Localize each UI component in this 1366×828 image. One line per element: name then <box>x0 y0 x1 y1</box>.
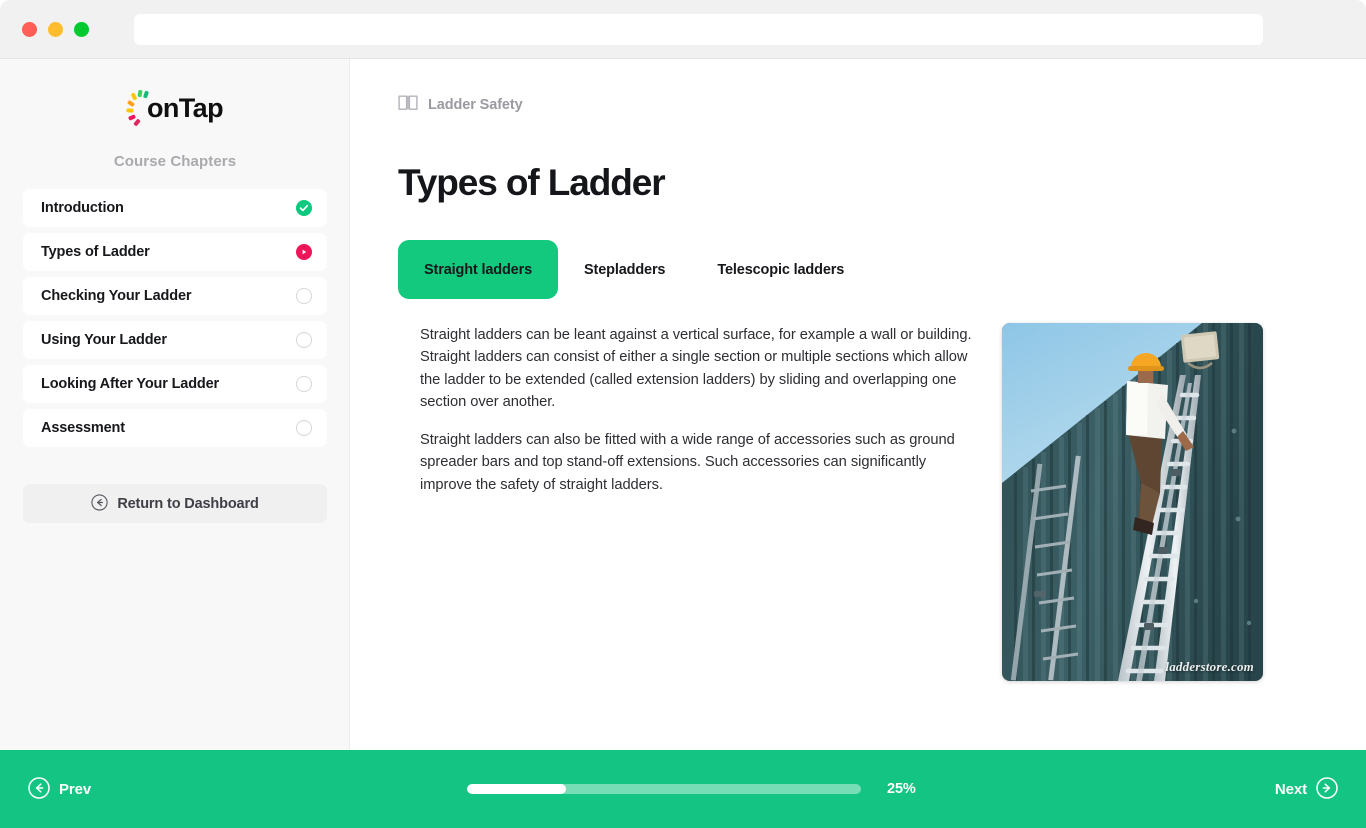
next-label: Next <box>1274 780 1307 798</box>
course-navigation-bar: Prev 25% Next <box>0 750 1366 828</box>
empty-circle-icon <box>296 332 312 348</box>
ladder-photo-illustration <box>1002 323 1263 681</box>
empty-circle-icon <box>296 288 312 304</box>
book-icon <box>398 94 418 116</box>
tab-stepladders[interactable]: Stepladders <box>558 240 691 299</box>
body-paragraph: Straight ladders can also be fitted with… <box>420 432 955 493</box>
sidebar-item-checking-your-ladder[interactable]: Checking Your Ladder <box>23 277 327 315</box>
return-to-dashboard-label: Return to Dashboard <box>117 495 259 512</box>
lesson-photo: ladderstore.com <box>1002 323 1263 681</box>
course-progress: 25% <box>467 781 916 797</box>
prev-button[interactable]: Prev <box>28 776 92 802</box>
window-controls <box>22 22 89 37</box>
tab-straight-ladders[interactable]: Straight ladders <box>398 240 558 299</box>
chapter-label: Introduction <box>41 200 124 216</box>
page-title: Types of Ladder <box>398 162 666 203</box>
minimize-window-button[interactable] <box>48 22 63 37</box>
photo-watermark: ladderstore.com <box>1165 659 1254 674</box>
empty-circle-icon <box>296 376 312 392</box>
empty-circle-icon <box>296 420 312 436</box>
url-input[interactable] <box>134 14 1263 45</box>
chapter-label: Using Your Ladder <box>41 332 167 348</box>
logo-text: onTap <box>147 93 224 123</box>
chapter-label: Checking Your Ladder <box>41 288 192 304</box>
next-button[interactable]: Next <box>1274 776 1338 802</box>
main-content: Ladder Safety Types of Ladder Straight l… <box>351 59 1366 750</box>
sidebar-section-title: Course Chapters <box>113 153 237 170</box>
sidebar-item-introduction[interactable]: Introduction <box>23 189 327 227</box>
sidebar-item-assessment[interactable]: Assessment <box>23 409 327 447</box>
arrow-left-circle-icon <box>28 776 50 802</box>
chapter-label: Types of Ladder <box>41 244 150 260</box>
arrow-left-circle-icon <box>91 493 108 514</box>
app-window: onTap Course Chapters Introduction Types… <box>0 59 1366 828</box>
prev-label: Prev <box>59 780 92 798</box>
progress-bar-track <box>467 784 861 794</box>
tab-panel-content: Straight ladders can be leant against a … <box>420 324 972 496</box>
close-window-button[interactable] <box>22 22 37 37</box>
chapter-label: Looking After Your Ladder <box>41 376 220 392</box>
browser-chrome <box>0 0 1366 59</box>
arrow-right-circle-icon <box>1316 776 1338 802</box>
sidebar-item-types-of-ladder[interactable]: Types of Ladder <box>23 233 327 271</box>
chapter-label: Assessment <box>41 420 125 436</box>
body-paragraph: Straight ladders can be leant against a … <box>420 327 972 410</box>
check-circle-icon <box>296 200 312 216</box>
progress-bar-fill <box>467 784 566 794</box>
return-to-dashboard-button[interactable]: Return to Dashboard <box>23 484 327 523</box>
zoom-window-button[interactable] <box>74 22 89 37</box>
brand-logo[interactable]: onTap <box>0 85 350 135</box>
tab-bar: Straight ladders Stepladders Telescopic … <box>398 240 870 299</box>
chapter-list: Introduction Types of Ladder Checking Yo… <box>23 189 327 453</box>
breadcrumb[interactable]: Ladder Safety <box>398 94 523 116</box>
breadcrumb-label: Ladder Safety <box>428 97 523 113</box>
tab-telescopic-ladders[interactable]: Telescopic ladders <box>691 240 870 299</box>
sidebar-item-using-your-ladder[interactable]: Using Your Ladder <box>23 321 327 359</box>
sidebar: onTap Course Chapters Introduction Types… <box>0 59 350 750</box>
sidebar-item-looking-after-your-ladder[interactable]: Looking After Your Ladder <box>23 365 327 403</box>
progress-percent-label: 25% <box>887 781 916 797</box>
play-circle-icon <box>296 244 312 260</box>
